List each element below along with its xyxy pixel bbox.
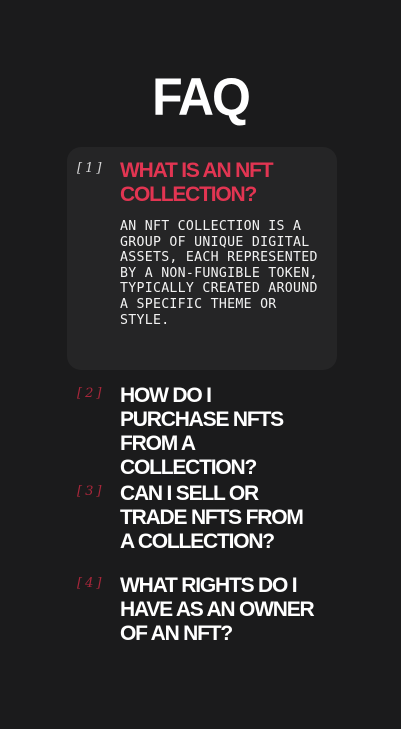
faq-answer: AN NFT COLLECTION IS A GROUP OF UNIQUE D… (120, 219, 318, 328)
faq-item-number: [3] (77, 484, 105, 499)
faq-item-number: [4] (77, 576, 105, 591)
faq-question[interactable]: WHAT RIGHTS DO I HAVE AS AN OWNER OF AN … (120, 574, 319, 646)
faq-item-2[interactable]: [2] HOW DO I PURCHASE NFTS FROM A COLLEC… (67, 384, 337, 482)
faq-question[interactable]: HOW DO I PURCHASE NFTS FROM A COLLECTION… (120, 384, 319, 480)
faq-page: FAQ [1] WHAT IS AN NFT COLLECTION? AN NF… (0, 0, 401, 729)
faq-item-number: [2] (77, 386, 105, 401)
faq-item-1[interactable]: [1] WHAT IS AN NFT COLLECTION? AN NFT CO… (67, 147, 337, 370)
faq-question[interactable]: CAN I SELL OR TRADE NFTS FROM A COLLECTI… (120, 482, 319, 554)
faq-question[interactable]: WHAT IS AN NFT COLLECTION? (120, 159, 319, 207)
faq-list: [1] WHAT IS AN NFT COLLECTION? AN NFT CO… (67, 147, 337, 654)
page-title: FAQ (152, 67, 251, 127)
faq-item-4[interactable]: [4] WHAT RIGHTS DO I HAVE AS AN OWNER OF… (67, 574, 337, 654)
faq-item-3[interactable]: [3] CAN I SELL OR TRADE NFTS FROM A COLL… (67, 482, 337, 574)
faq-item-number: [1] (77, 161, 105, 176)
